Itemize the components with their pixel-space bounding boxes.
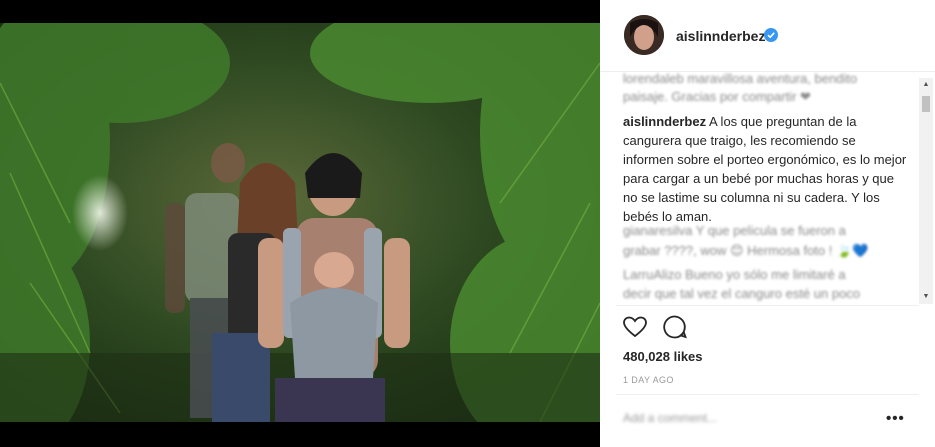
comment-line: paisaje. Gracias por compartir ❤ xyxy=(623,89,811,104)
verified-badge-icon xyxy=(764,28,778,42)
scroll-up-arrow-icon[interactable]: ▲ xyxy=(919,78,933,92)
post-photo[interactable] xyxy=(0,23,600,422)
comment-line: LarruAlizo Bueno yo sólo me limitaré a xyxy=(623,267,846,282)
caption-username[interactable]: aislinnderbez xyxy=(623,114,706,129)
avatar[interactable] xyxy=(624,15,664,55)
post-media-area xyxy=(0,0,600,447)
comments-list[interactable]: lorendaleb maravillosa aventura, bendito… xyxy=(600,72,935,304)
likes-count[interactable]: 480,028 likes xyxy=(623,349,703,364)
scroll-thumb[interactable] xyxy=(922,96,930,112)
comment-line: lorendaleb maravillosa aventura, bendito xyxy=(623,72,858,86)
post-timestamp[interactable]: 1 DAY AGO xyxy=(623,375,674,385)
comment-line: gianaresilva Y que pelicula se fueron a xyxy=(623,223,846,238)
avatar-image xyxy=(624,15,664,55)
divider xyxy=(616,305,919,306)
username-link[interactable]: aislinnderbez xyxy=(676,28,765,44)
comment-line: decir que tal vez el canguro esté un poc… xyxy=(623,286,861,301)
heart-icon[interactable] xyxy=(622,314,648,340)
add-comment-input[interactable]: Add a comment... xyxy=(623,411,717,425)
scroll-down-arrow-icon[interactable]: ▼ xyxy=(919,290,933,304)
divider xyxy=(616,394,919,395)
post-caption: aislinnderbez A los que preguntan de la … xyxy=(623,112,908,226)
caption-text: A los que preguntan de la cangurera que … xyxy=(623,114,907,224)
post-header: aislinnderbez xyxy=(600,0,935,72)
post-side-panel: aislinnderbez lorendaleb maravillosa ave… xyxy=(600,0,935,447)
more-options-button[interactable]: ••• xyxy=(886,410,905,427)
comments-scrollbar[interactable]: ▲ ▼ xyxy=(919,78,933,304)
forest-photo-illustration xyxy=(0,23,600,422)
comment-line: grabar ????, wow 😊 Hermosa foto ! 🍃💙 xyxy=(623,243,869,258)
comment-bubble-icon[interactable] xyxy=(662,314,688,340)
